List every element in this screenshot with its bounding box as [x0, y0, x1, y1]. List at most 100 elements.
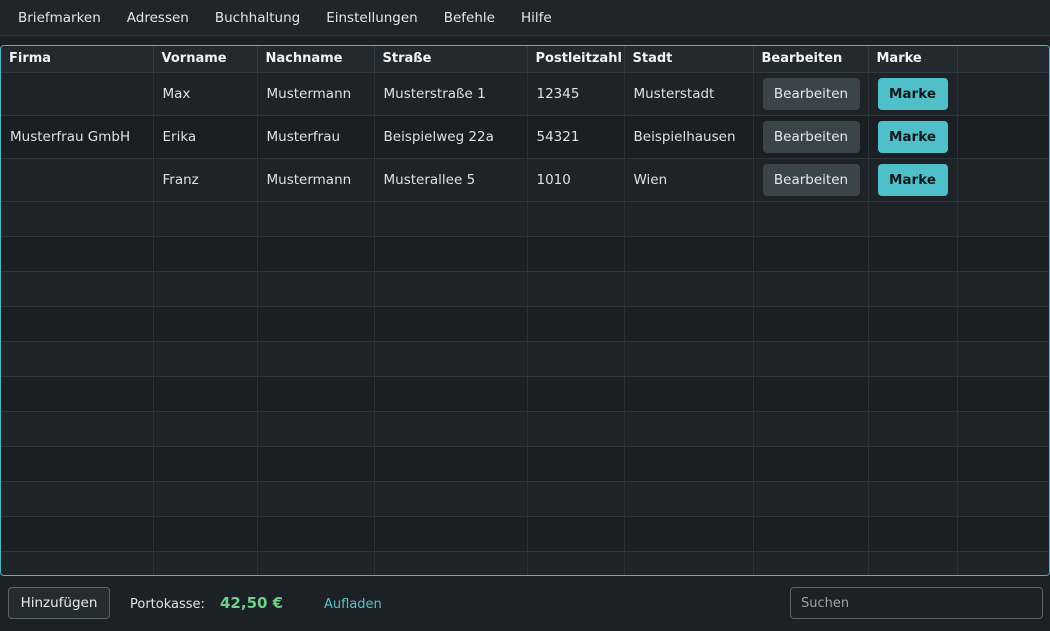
empty-cell: [957, 376, 1049, 412]
header-bearbeiten[interactable]: Bearbeiten: [753, 46, 869, 73]
empty-cell: [753, 271, 869, 307]
empty-cell: [868, 481, 958, 517]
edit-button[interactable]: Bearbeiten: [762, 77, 860, 110]
header-postleitzahl[interactable]: Postleitzahl: [527, 46, 625, 73]
empty-row: [1, 236, 1049, 272]
empty-cell: [957, 201, 1049, 237]
menu-einstellungen[interactable]: Einstellungen: [313, 0, 431, 36]
cell-nachname: Musterfrau: [257, 115, 375, 159]
empty-cell: [1, 236, 154, 272]
empty-row: [1, 341, 1049, 377]
cell-edit: Bearbeiten: [753, 115, 869, 159]
empty-cell: [624, 236, 754, 272]
empty-cell: [868, 236, 958, 272]
topup-link[interactable]: Aufladen: [324, 597, 382, 612]
empty-cell: [153, 236, 258, 272]
empty-cell: [753, 201, 869, 237]
empty-cell: [957, 411, 1049, 447]
cell-edit: Bearbeiten: [753, 158, 869, 202]
cell-nachname: Mustermann: [257, 72, 375, 116]
empty-row: [1, 481, 1049, 517]
menu-briefmarken[interactable]: Briefmarken: [5, 0, 114, 36]
empty-cell: [868, 271, 958, 307]
add-button[interactable]: Hinzufügen: [8, 587, 110, 619]
cell-vorname: Erika: [153, 115, 258, 159]
cell-stadt: Beispielhausen: [624, 115, 754, 159]
cell-firma: [1, 158, 154, 202]
empty-cell: [257, 236, 375, 272]
stamp-button[interactable]: Marke: [877, 77, 948, 110]
empty-cell: [527, 271, 625, 307]
search-input[interactable]: [790, 587, 1043, 619]
empty-cell: [527, 446, 625, 482]
empty-cell: [374, 341, 528, 377]
cell-mark: Marke: [868, 115, 958, 159]
menu-adressen[interactable]: Adressen: [114, 0, 202, 36]
empty-cell: [374, 516, 528, 552]
empty-cell: [624, 481, 754, 517]
empty-cell: [868, 376, 958, 412]
empty-cell: [374, 271, 528, 307]
cell-strasse: Musterallee 5: [374, 158, 528, 202]
edit-button[interactable]: Bearbeiten: [762, 120, 860, 153]
cell-nachname: Mustermann: [257, 158, 375, 202]
empty-cell: [374, 236, 528, 272]
address-table: Firma Vorname Nachname Straße Postleitza…: [1, 46, 1049, 575]
header-vorname[interactable]: Vorname: [153, 46, 258, 73]
empty-cell: [624, 376, 754, 412]
empty-row: [1, 271, 1049, 307]
cell-strasse: Beispielweg 22a: [374, 115, 528, 159]
empty-cell: [527, 411, 625, 447]
empty-cell: [624, 341, 754, 377]
header-nachname[interactable]: Nachname: [257, 46, 375, 73]
empty-cell: [868, 446, 958, 482]
header-stadt[interactable]: Stadt: [624, 46, 754, 73]
empty-cell: [957, 446, 1049, 482]
empty-cell: [957, 551, 1049, 575]
empty-row: [1, 411, 1049, 447]
empty-cell: [374, 411, 528, 447]
empty-cell: [868, 411, 958, 447]
empty-cell: [868, 306, 958, 342]
menu-hilfe[interactable]: Hilfe: [508, 0, 565, 36]
header-firma[interactable]: Firma: [1, 46, 154, 73]
menu-buchhaltung[interactable]: Buchhaltung: [202, 0, 313, 36]
empty-cell: [624, 201, 754, 237]
header-marke[interactable]: Marke: [868, 46, 958, 73]
empty-cell: [257, 201, 375, 237]
menu-bar: Briefmarken Adressen Buchhaltung Einstel…: [0, 0, 1050, 36]
porto-label: Portokasse:: [130, 597, 205, 612]
cell-mark: Marke: [868, 72, 958, 116]
empty-cell: [957, 236, 1049, 272]
empty-row: [1, 201, 1049, 237]
empty-row: [1, 446, 1049, 482]
empty-row: [1, 551, 1049, 575]
header-spacer: [957, 46, 1049, 73]
porto-balance: 42,50 €: [220, 594, 284, 612]
empty-cell: [257, 376, 375, 412]
menu-befehle[interactable]: Befehle: [431, 0, 508, 36]
stamp-button[interactable]: Marke: [877, 120, 948, 153]
empty-cell: [527, 481, 625, 517]
table-row[interactable]: Musterfrau GmbH Erika Musterfrau Beispie…: [1, 115, 1049, 159]
cell-plz: 1010: [527, 158, 625, 202]
cell-firma: [1, 72, 154, 116]
stamp-button[interactable]: Marke: [877, 163, 948, 196]
empty-cell: [957, 341, 1049, 377]
empty-cell: [753, 341, 869, 377]
header-strasse[interactable]: Straße: [374, 46, 528, 73]
empty-cell: [957, 271, 1049, 307]
empty-cell: [868, 201, 958, 237]
edit-button[interactable]: Bearbeiten: [762, 163, 860, 196]
table-row[interactable]: Franz Mustermann Musterallee 5 1010 Wien…: [1, 158, 1049, 202]
empty-rows: [1, 201, 1049, 575]
empty-cell: [1, 376, 154, 412]
empty-cell: [957, 481, 1049, 517]
cell-mark: Marke: [868, 158, 958, 202]
empty-cell: [527, 236, 625, 272]
empty-cell: [153, 481, 258, 517]
table-row[interactable]: Max Mustermann Musterstraße 1 12345 Must…: [1, 72, 1049, 116]
empty-cell: [957, 516, 1049, 552]
empty-cell: [374, 446, 528, 482]
empty-cell: [153, 306, 258, 342]
